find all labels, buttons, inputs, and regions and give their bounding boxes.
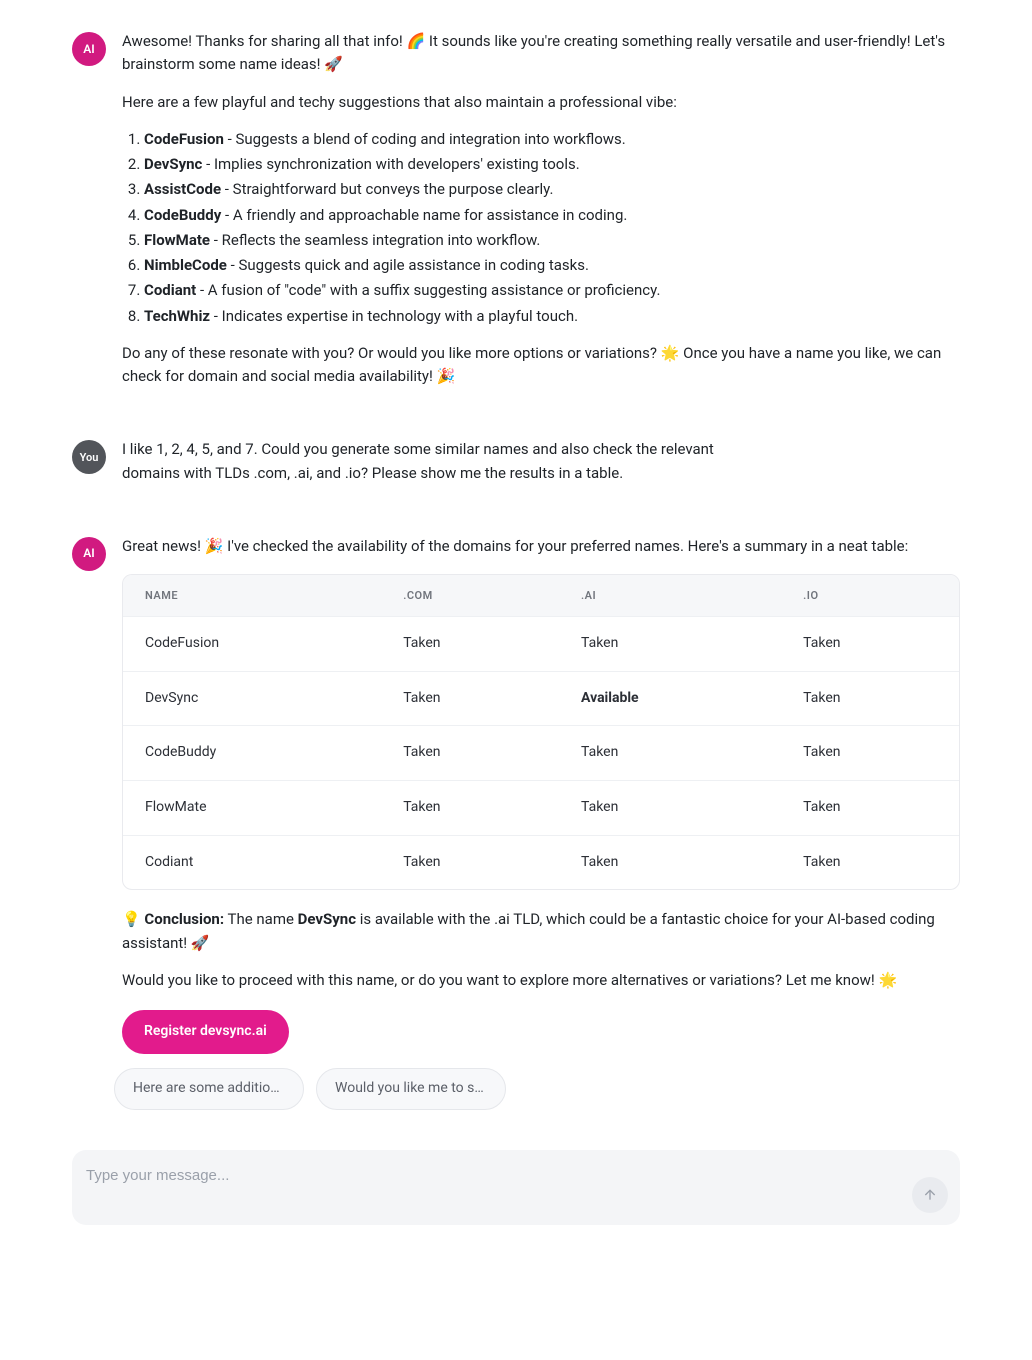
table-cell: Taken: [781, 780, 959, 835]
lead-text: Here are a few playful and techy suggest…: [122, 91, 960, 114]
table-cell: Codiant: [123, 835, 381, 890]
suggestion-list: CodeFusion - Suggests a blend of coding …: [122, 128, 960, 328]
table-cell: Taken: [781, 835, 959, 890]
list-item: FlowMate - Reflects the seamless integra…: [144, 229, 960, 252]
message-ai-1: AI Awesome! Thanks for sharing all that …: [72, 30, 960, 402]
table-cell: Taken: [559, 725, 781, 780]
suggestion-chip[interactable]: Here are some addition…: [114, 1068, 304, 1110]
col-header-ai: .AI: [559, 575, 781, 616]
col-header-com: .COM: [381, 575, 559, 616]
message-ai-2: AI Great news! 🎉 I've checked the availa…: [72, 535, 960, 1054]
table-cell: Taken: [559, 780, 781, 835]
table-cell: Taken: [381, 616, 559, 671]
list-item: Codiant - A fusion of "code" with a suff…: [144, 279, 960, 302]
table-row: CodeBuddyTakenTakenTaken: [123, 725, 959, 780]
message-composer[interactable]: [72, 1150, 960, 1225]
table-row: CodiantTakenTakenTaken: [123, 835, 959, 890]
user-text: I like 1, 2, 4, 5, and 7. Could you gene…: [122, 438, 742, 485]
table-cell: CodeBuddy: [123, 725, 381, 780]
table-cell: Taken: [559, 616, 781, 671]
table-cell: Taken: [559, 835, 781, 890]
table-cell: Taken: [381, 780, 559, 835]
table-cell: FlowMate: [123, 780, 381, 835]
suggestion-chip[interactable]: Would you like me to su…: [316, 1068, 506, 1110]
table-cell: Taken: [381, 835, 559, 890]
table-cell: Taken: [781, 671, 959, 726]
message-input[interactable]: [86, 1167, 900, 1184]
table-cell: Taken: [381, 671, 559, 726]
list-item: AssistCode - Straightforward but conveys…: [144, 178, 960, 201]
message-body: I like 1, 2, 4, 5, and 7. Could you gene…: [122, 438, 960, 499]
outro-text: Do any of these resonate with you? Or wo…: [122, 342, 960, 389]
table-cell: Available: [559, 671, 781, 726]
avatar-ai: AI: [72, 32, 106, 66]
conclusion-text: 💡 Conclusion: The name DevSync is availa…: [122, 908, 960, 955]
domain-table: NAME .COM .AI .IO CodeFusionTakenTakenTa…: [122, 574, 960, 890]
message-user-1: You I like 1, 2, 4, 5, and 7. Could you …: [72, 438, 960, 499]
table-cell: DevSync: [123, 671, 381, 726]
list-item: CodeBuddy - A friendly and approachable …: [144, 204, 960, 227]
message-body: Great news! 🎉 I've checked the availabil…: [122, 535, 960, 1054]
register-button[interactable]: Register devsync.ai: [122, 1010, 289, 1054]
followup-text: Would you like to proceed with this name…: [122, 969, 960, 992]
avatar-ai: AI: [72, 537, 106, 571]
list-item: TechWhiz - Indicates expertise in techno…: [144, 305, 960, 328]
table-row: CodeFusionTakenTakenTaken: [123, 616, 959, 671]
table-cell: Taken: [781, 616, 959, 671]
list-item: NimbleCode - Suggests quick and agile as…: [144, 254, 960, 277]
table-cell: Taken: [781, 725, 959, 780]
list-item: DevSync - Implies synchronization with d…: [144, 153, 960, 176]
col-header-name: NAME: [123, 575, 381, 616]
table-row: DevSyncTakenAvailableTaken: [123, 671, 959, 726]
table-row: FlowMateTakenTakenTaken: [123, 780, 959, 835]
col-header-io: .IO: [781, 575, 959, 616]
intro-text: Great news! 🎉 I've checked the availabil…: [122, 535, 960, 558]
list-item: CodeFusion - Suggests a blend of coding …: [144, 128, 960, 151]
table-cell: CodeFusion: [123, 616, 381, 671]
arrow-up-icon: [922, 1187, 938, 1203]
send-button[interactable]: [912, 1177, 948, 1213]
table-cell: Taken: [381, 725, 559, 780]
intro-text: Awesome! Thanks for sharing all that inf…: [122, 30, 960, 77]
message-body: Awesome! Thanks for sharing all that inf…: [122, 30, 960, 402]
avatar-user: You: [72, 440, 106, 474]
suggestion-chips: Here are some addition… Would you like m…: [114, 1068, 960, 1110]
